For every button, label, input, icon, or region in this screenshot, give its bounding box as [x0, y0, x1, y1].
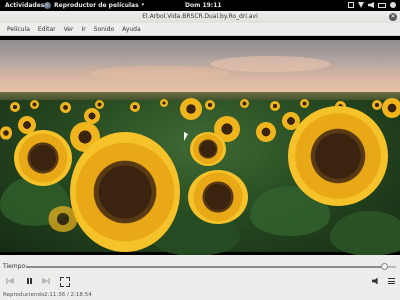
- system-status-area[interactable]: [348, 2, 396, 8]
- skip-back-icon: [6, 278, 14, 284]
- sunflower: [48, 206, 78, 232]
- playback-time: 2:11:36 / 2:18:54: [44, 292, 92, 298]
- sunflower: [30, 100, 39, 109]
- gear-menu-button[interactable]: [386, 276, 396, 286]
- time-label: Tiempo:: [3, 263, 28, 270]
- menubar: Película Editar Ver Ir Sonido Ayuda: [0, 23, 400, 36]
- sunflower: [70, 132, 180, 252]
- film-reel-icon: [44, 2, 51, 9]
- battery-icon[interactable]: [378, 2, 386, 8]
- pause-icon: [26, 278, 32, 284]
- close-icon[interactable]: ✕: [389, 13, 397, 21]
- sunflower: [270, 101, 280, 111]
- sunflower: [256, 122, 276, 142]
- menu-ver[interactable]: Ver: [60, 23, 78, 35]
- fullscreen-button[interactable]: [58, 276, 70, 286]
- video-area[interactable]: [0, 36, 400, 255]
- sunflower: [160, 99, 168, 107]
- seek-handle[interactable]: [380, 263, 388, 270]
- menu-sonido[interactable]: Sonido: [90, 23, 118, 35]
- menu-ayuda[interactable]: Ayuda: [118, 23, 145, 35]
- sunflower: [300, 99, 309, 108]
- menu-icon: [387, 278, 395, 284]
- app-menu[interactable]: Reproductor de películas ▾: [44, 0, 144, 11]
- pause-button[interactable]: [24, 276, 34, 286]
- next-button[interactable]: [40, 276, 52, 286]
- sunflower: [190, 132, 226, 166]
- menu-pelicula[interactable]: Película: [3, 23, 34, 35]
- sunflower: [288, 106, 388, 206]
- previous-button[interactable]: [4, 276, 16, 286]
- menu-ir[interactable]: Ir: [77, 23, 89, 35]
- network-icon[interactable]: [358, 2, 364, 8]
- sunflower: [14, 130, 72, 186]
- sunflower: [130, 102, 140, 112]
- video-cloud: [90, 66, 230, 80]
- fullscreen-icon: [60, 277, 68, 285]
- skip-forward-icon: [42, 278, 50, 284]
- sunflower: [60, 102, 71, 113]
- menu-editar[interactable]: Editar: [34, 23, 60, 35]
- volume-icon[interactable]: [368, 2, 374, 8]
- sunflower: [95, 100, 104, 109]
- sunflower: [372, 100, 382, 110]
- sunflower: [382, 98, 400, 118]
- mouse-cursor: [184, 132, 188, 141]
- video-cloud: [210, 56, 330, 72]
- statusbar: Reproduciendo 2:11:36 / 2:18:54: [0, 291, 400, 300]
- sunflower: [0, 126, 12, 140]
- top-panel: Actividades Reproductor de películas ▾ D…: [0, 0, 400, 11]
- window-title: El.Arbol.Vida.BRSCR.Dual.by.Ro_dri.avi: [142, 13, 258, 20]
- sunflower: [180, 98, 202, 120]
- chevron-down-icon: ▾: [141, 2, 145, 8]
- volume-icon: [372, 277, 378, 285]
- playback-controls: Tiempo: Reproduciendo 2:11:36 / 2:18:54: [0, 255, 400, 300]
- window-icon[interactable]: [348, 2, 354, 8]
- user-icon[interactable]: [390, 2, 396, 8]
- app-name: Reproductor de películas: [54, 2, 139, 9]
- sunflower: [240, 99, 249, 108]
- sunflower: [205, 100, 215, 110]
- seek-progress: [26, 266, 385, 268]
- activities-button[interactable]: Actividades: [5, 0, 44, 11]
- seek-bar[interactable]: [26, 263, 396, 270]
- window-titlebar[interactable]: El.Arbol.Vida.BRSCR.Dual.by.Ro_dri.avi ✕: [0, 11, 400, 23]
- sunflower: [188, 170, 248, 224]
- volume-button[interactable]: [371, 276, 381, 286]
- sunflower: [10, 102, 20, 112]
- playback-status: Reproduciendo: [3, 292, 45, 298]
- clock[interactable]: Dom 19:11: [185, 0, 222, 11]
